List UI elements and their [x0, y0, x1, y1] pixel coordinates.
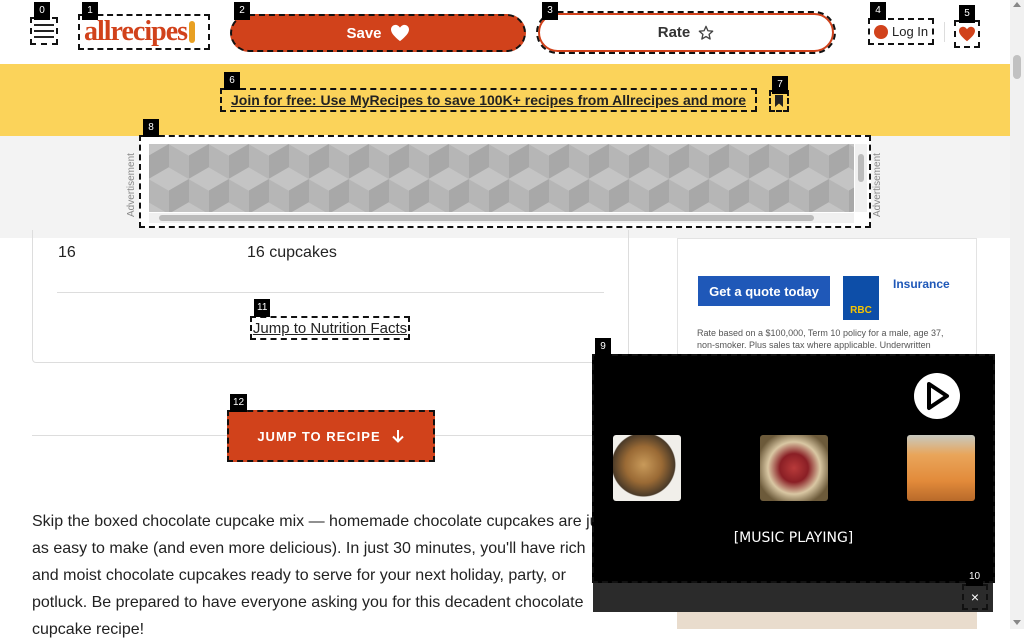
marker-label: 3 [542, 2, 558, 20]
menu-icon[interactable] [30, 17, 58, 45]
video-thumbnail[interactable] [760, 435, 828, 501]
marker-label: 6 [224, 72, 240, 90]
rate-label: Rate [657, 24, 691, 41]
jump-label: JUMP TO RECIPE [257, 428, 381, 444]
logo-text: allrecipes [84, 16, 188, 47]
heart-icon [959, 26, 975, 42]
marker-label: 9 [595, 338, 611, 356]
join-promo-link[interactable]: Join for free: Use MyRecipes to save 100… [220, 88, 757, 112]
play-button[interactable] [914, 373, 960, 419]
marker-label: 8 [143, 119, 159, 137]
video-thumbnail[interactable] [907, 435, 975, 501]
save-button[interactable]: Save [230, 14, 526, 52]
card-divider [57, 292, 604, 293]
video-caption: [MUSIC PLAYING] [733, 530, 854, 546]
marker-label: 1 [82, 2, 98, 20]
play-icon [927, 382, 949, 410]
marker-label: 11 [254, 299, 271, 317]
ad-label-right: Advertisement [872, 153, 883, 217]
ad-vertical-scrollbar[interactable] [855, 144, 867, 212]
close-icon[interactable]: × [962, 584, 988, 610]
insurance-label: Insurance [893, 277, 950, 291]
user-icon [874, 24, 888, 39]
marker-label: 0 [34, 2, 50, 20]
header-divider [944, 22, 945, 42]
jump-to-recipe-button[interactable]: JUMP TO RECIPE [227, 410, 435, 462]
sidebar-ad-photo [677, 612, 977, 629]
page-scrollbar[interactable] [1010, 0, 1024, 629]
marker-label: 5 [959, 5, 975, 23]
save-label: Save [346, 24, 382, 42]
video-thumbnail[interactable] [613, 435, 681, 501]
servings-value: 16 [58, 244, 76, 261]
marker-label: 7 [772, 76, 788, 94]
spoon-icon [189, 21, 196, 43]
login-label: Log In [892, 24, 929, 39]
marker-label: 4 [870, 2, 886, 20]
get-quote-button[interactable]: Get a quote today [698, 276, 830, 306]
ad-label-left: Advertisement [126, 153, 137, 217]
arrow-down-icon [391, 430, 404, 443]
heart-icon [390, 24, 409, 42]
star-icon [698, 25, 714, 40]
recipe-intro-text: Skip the boxed chocolate cupcake mix — h… [32, 513, 611, 638]
login-link[interactable]: Log In [868, 18, 934, 45]
rate-button[interactable]: Rate [536, 11, 836, 54]
jump-to-nutrition-link[interactable]: Jump to Nutrition Facts [250, 316, 410, 340]
saved-recipes-button[interactable] [954, 20, 980, 48]
ad-horizontal-scrollbar[interactable] [149, 213, 854, 223]
marker-label: 10 [966, 568, 984, 586]
ad-fine-print: Rate based on a $100,000, Term 10 policy… [697, 328, 944, 350]
marker-label: 12 [230, 394, 248, 412]
yield-value: 16 cupcakes [247, 244, 337, 261]
marker-label: 2 [234, 2, 250, 20]
rbc-logo: RBC [843, 276, 879, 320]
banner-ad-image [149, 144, 854, 212]
video-control-bar [593, 583, 993, 612]
